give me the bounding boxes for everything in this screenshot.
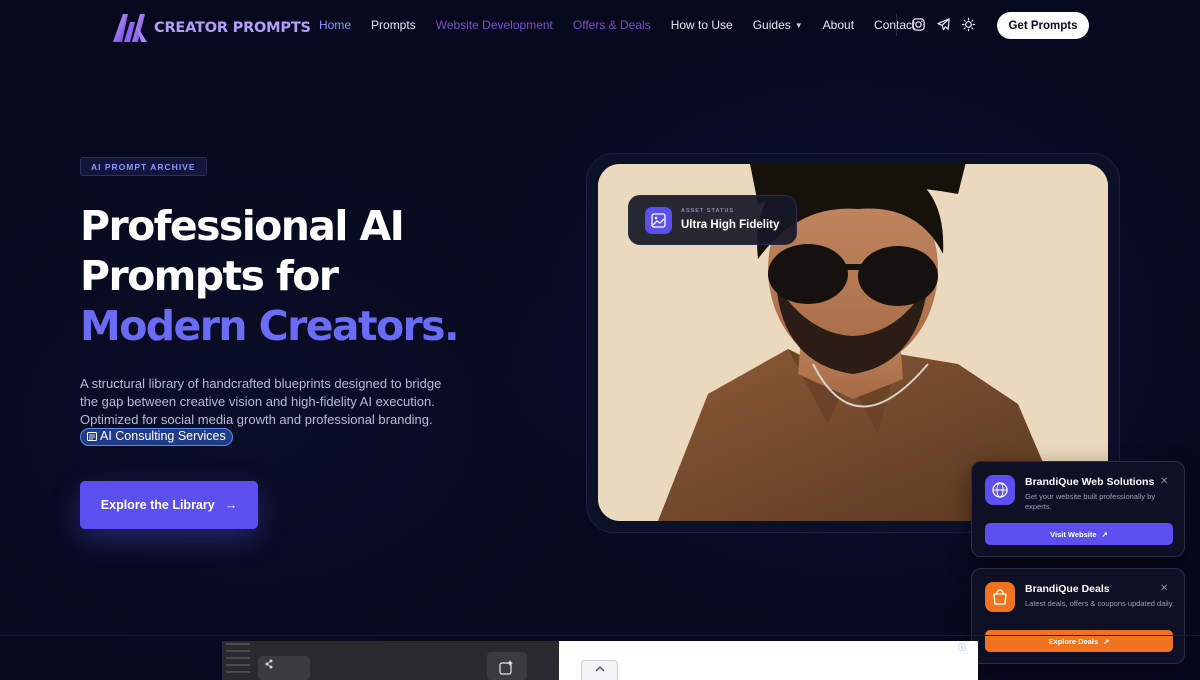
preview-light-panel — [559, 641, 978, 680]
visit-website-button[interactable]: Visit Website ↗ — [985, 523, 1173, 545]
top-navbar: CREATOR PROMPTS Home Prompts Website Dev… — [0, 0, 1200, 52]
explore-library-label: Explore the Library — [100, 498, 215, 512]
close-icon[interactable]: ✕ — [1160, 476, 1168, 487]
explore-deals-button[interactable]: Explore Deals ↗ — [985, 630, 1173, 652]
chevron-down-icon: ▼ — [794, 20, 803, 30]
explore-deals-label: Explore Deals — [1048, 636, 1099, 646]
ai-consulting-label: AI Consulting Services — [100, 429, 226, 444]
external-link-icon: ↗ — [1103, 636, 1110, 646]
deals-popup-title: BrandiQue Deals — [1025, 583, 1110, 595]
headline-line-1: Professional AI — [80, 202, 405, 250]
close-icon[interactable]: ✕ — [1160, 583, 1168, 594]
share-icon — [265, 659, 273, 669]
deals-popup-desc: Latest deals, offers & coupons updated d… — [1025, 599, 1174, 608]
visit-website-label: Visit Website — [1050, 529, 1097, 539]
instagram-icon[interactable] — [911, 17, 926, 32]
headline-accent: Modern Creators. — [80, 302, 460, 350]
hero-description-text: A structural library of handcrafted blue… — [80, 376, 442, 427]
ad-info-icon[interactable]: ⓘ — [958, 642, 966, 653]
nav-guides-label: Guides — [752, 18, 791, 32]
web-popup-title: BrandiQue Web Solutions — [1025, 476, 1155, 488]
hero-description: A structural library of handcrafted blue… — [80, 375, 460, 447]
deals-popup: BrandiQue Deals Latest deals, offers & c… — [971, 568, 1185, 664]
ai-consulting-link[interactable]: AI Consulting Services — [80, 427, 233, 446]
image-icon — [645, 207, 672, 234]
shopping-bag-icon — [985, 582, 1015, 612]
preview-sidebar-lines — [226, 643, 254, 679]
asset-status-card: ASSET STATUS Ultra High Fidelity — [628, 195, 797, 245]
nav-offers-deals[interactable]: Offers & Deals — [573, 18, 651, 32]
nav-contact[interactable]: Contact — [874, 18, 915, 32]
nav-home[interactable]: Home — [319, 18, 351, 32]
section-divider — [0, 635, 1200, 636]
nav-prompts[interactable]: Prompts — [371, 18, 416, 32]
hero-headline: Professional AI Prompts for Modern Creat… — [80, 201, 460, 351]
asset-status-value: Ultra High Fidelity — [681, 219, 780, 231]
logo-mark-icon — [113, 14, 147, 42]
nav-about[interactable]: About — [823, 18, 854, 32]
globe-icon — [985, 475, 1015, 505]
chevron-up-icon — [594, 665, 605, 672]
archive-badge: AI PROMPT ARCHIVE — [80, 157, 207, 176]
preview-share-panel — [258, 656, 310, 680]
nav-how-to-use[interactable]: How to Use — [671, 18, 733, 32]
sparkle-edit-icon — [499, 660, 513, 675]
telegram-icon[interactable] — [936, 17, 951, 32]
grid-icon — [87, 432, 97, 442]
scroll-up-button[interactable] — [581, 660, 618, 680]
nav-guides[interactable]: Guides ▼ — [753, 18, 803, 32]
nav-website-development[interactable]: Website Development — [436, 18, 553, 32]
sun-icon[interactable] — [961, 17, 976, 32]
asset-status-label: ASSET STATUS — [681, 208, 735, 214]
external-link-icon: ↗ — [1101, 529, 1108, 539]
explore-library-button[interactable]: Explore the Library → — [80, 481, 258, 529]
web-solutions-popup: BrandiQue Web Solutions Get your website… — [971, 461, 1185, 557]
nav-links: Home Prompts Website Development Offers … — [319, 18, 935, 32]
brand-name: CREATOR PROMPTS — [154, 20, 311, 36]
brand-logo[interactable]: CREATOR PROMPTS — [111, 12, 311, 44]
nav-divider — [896, 14, 897, 36]
headline-line-2: Prompts for — [80, 252, 339, 300]
get-prompts-button[interactable]: Get Prompts — [997, 12, 1089, 39]
web-popup-desc: Get your website built professionally by… — [1025, 492, 1156, 511]
preview-edit-panel — [487, 652, 527, 680]
social-icons — [911, 17, 976, 32]
arrow-right-icon: → — [224, 498, 238, 512]
